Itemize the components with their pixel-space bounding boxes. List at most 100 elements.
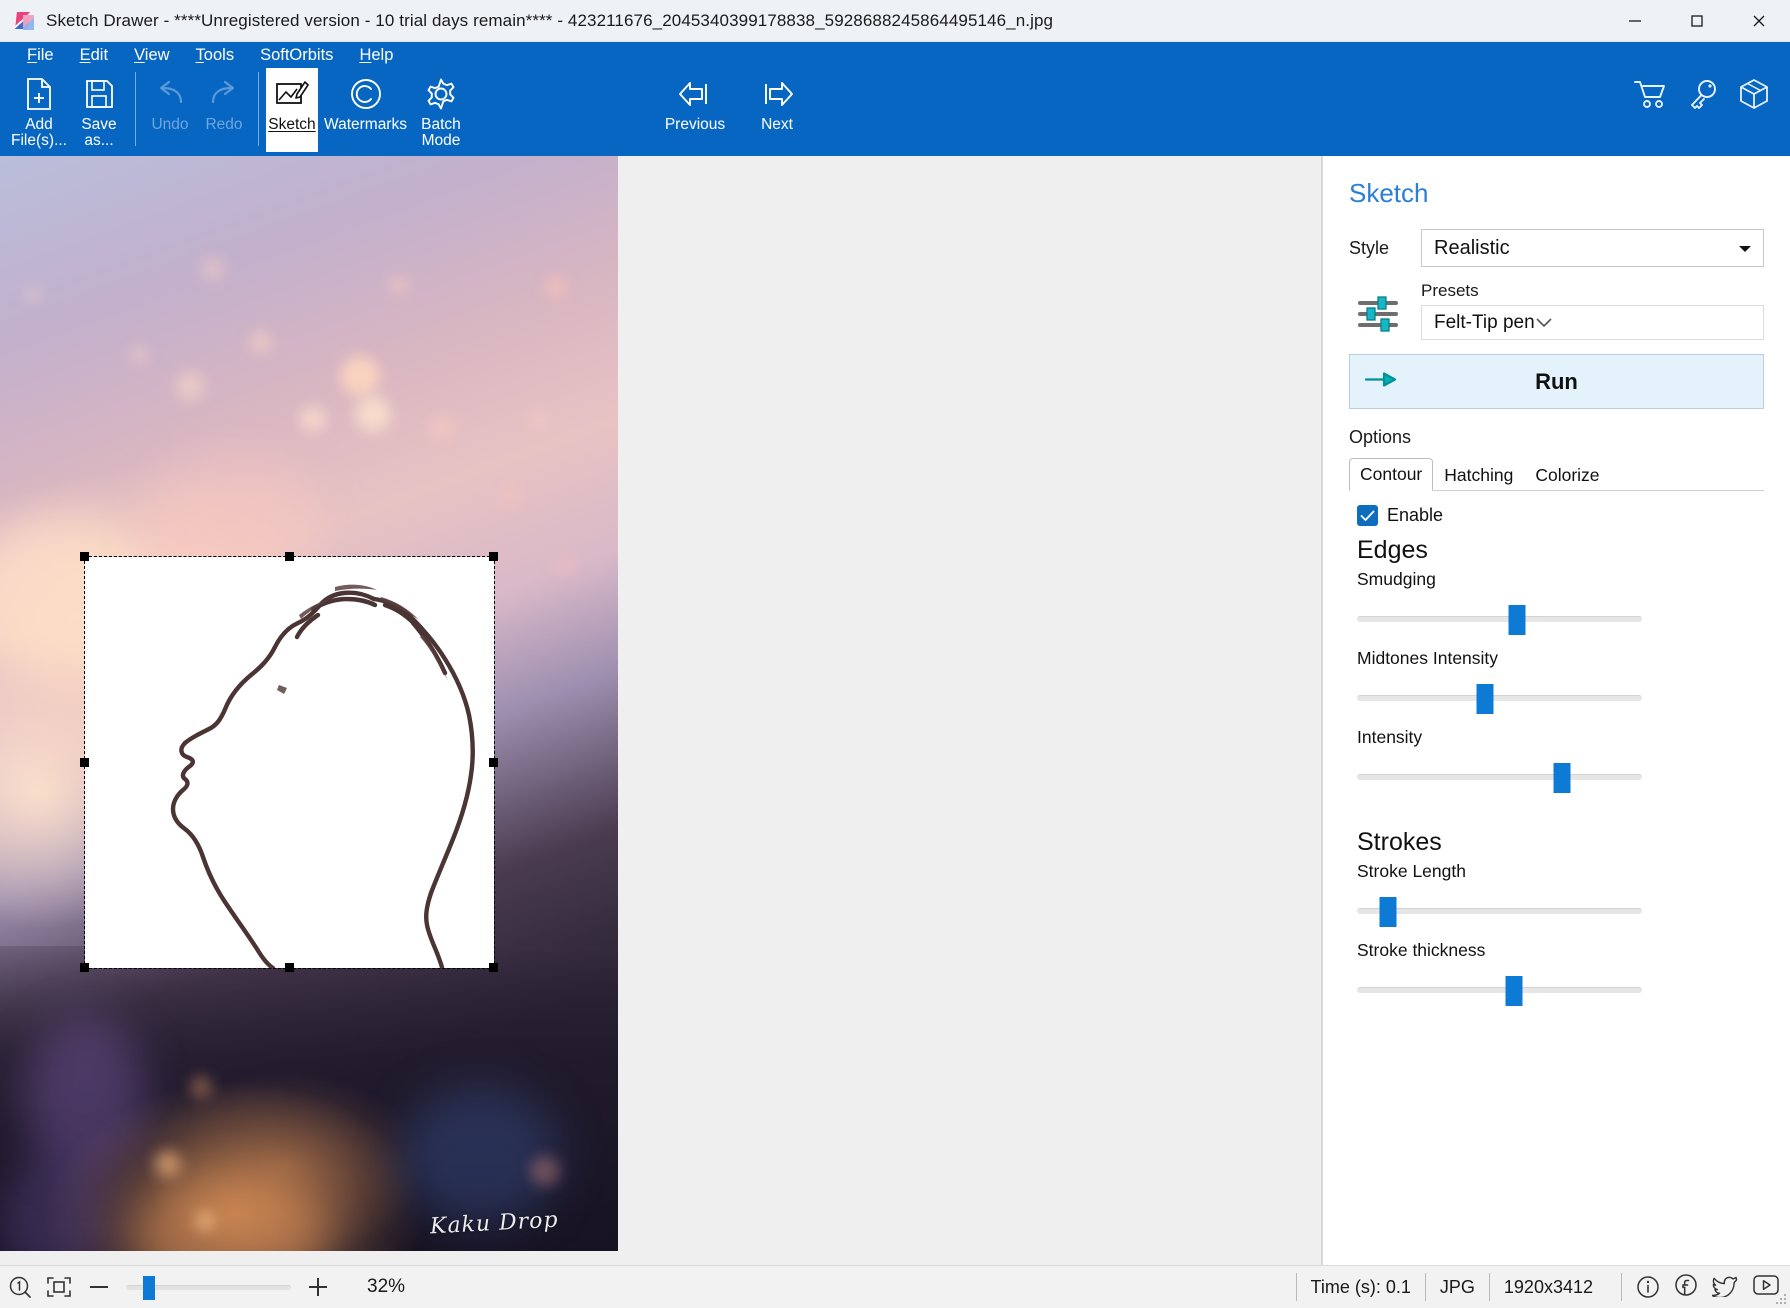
toolbar-separator-1 [135,72,136,146]
selection-handle-bottom-middle[interactable] [285,963,294,972]
redo-button[interactable]: Redo [197,68,251,152]
info-icon[interactable] [1621,1273,1660,1301]
style-dropdown[interactable]: Realistic [1421,229,1764,267]
image-workspace[interactable]: Kaku Drop [0,156,1322,1265]
bokeh-dot [430,416,454,440]
tab-contour[interactable]: Contour [1349,458,1434,491]
slider-thumb-stroke-thickness[interactable] [1505,976,1523,1006]
bokeh-dot [130,346,148,364]
selection-handle-bottom-left[interactable] [80,963,89,972]
zoom-slider-thumb[interactable] [143,1276,156,1300]
slider-stroke-thickness[interactable] [1357,975,1642,1006]
status-bar-left: 32% [8,1274,405,1300]
key-icon[interactable] [1688,79,1718,114]
slider-thumb-smudging[interactable] [1508,605,1526,635]
menu-edit[interactable]: Edit [67,44,121,67]
selection-handle-bottom-right[interactable] [489,963,498,972]
toolbar-right-icons [1634,78,1770,115]
previous-button[interactable]: Previous [654,68,736,152]
slider-label-midtones-intensity: Midtones Intensity [1357,648,1499,668]
sliders-settings-icon [1349,292,1407,340]
selection-handle-top-middle[interactable] [285,552,294,561]
save-as-label: Save as... [81,116,117,150]
presets-value: Felt-Tip pen [1434,311,1535,333]
main-area: Kaku Drop Sketch Style Realistic Presets… [0,156,1790,1265]
menu-softorbits[interactable]: SoftOrbits [247,44,346,67]
batch-mode-label: Batch Mode [421,116,461,150]
zoom-actual-size-icon[interactable] [8,1275,32,1299]
zoom-slider[interactable] [126,1274,291,1300]
maximize-button[interactable] [1666,0,1728,42]
bokeh-dot [200,256,226,282]
next-button[interactable]: Next [736,68,818,152]
enable-checkbox-row: Enable [1357,505,1764,526]
selection-handle-middle-left[interactable] [80,758,89,767]
zoom-in-icon[interactable] [305,1276,331,1298]
panel-title: Sketch [1349,178,1429,208]
style-row: Style Realistic [1349,229,1764,267]
menu-file[interactable]: File [14,44,67,67]
zoom-out-icon[interactable] [86,1276,112,1298]
resize-grip[interactable] [1773,1291,1787,1305]
tab-colorize[interactable]: Colorize [1524,459,1610,491]
twitter-icon[interactable] [1711,1273,1738,1302]
face-profile-sketch [170,584,475,968]
next-label: Next [761,116,793,133]
presets-dropdown[interactable]: Felt-Tip pen [1421,305,1764,340]
selection-handle-top-right[interactable] [489,552,498,561]
menu-tools[interactable]: Tools [183,44,248,67]
batch-mode-button[interactable]: Batch Mode [413,68,469,152]
slider-stroke-length[interactable] [1357,896,1642,927]
selection-handle-top-left[interactable] [80,552,89,561]
bokeh-dot [390,276,408,294]
close-button[interactable] [1728,0,1790,42]
slider-midtones-intensity[interactable] [1357,683,1642,714]
add-files-label: Add File(s)... [11,116,67,150]
slider-smudging[interactable] [1357,604,1642,635]
chevron-down-icon [1535,312,1553,334]
previous-arrow-icon [676,74,714,114]
undo-button[interactable]: Undo [143,68,197,152]
sketch-preview-selection[interactable] [80,552,498,972]
watermarks-button[interactable]: Watermarks [318,68,413,152]
image-canvas[interactable]: Kaku Drop [0,156,618,1251]
slider-label-smudging: Smudging [1357,569,1436,589]
presets-row: Presets Felt-Tip pen [1349,281,1764,340]
selection-handle-middle-right[interactable] [489,758,498,767]
section-heading-strokes: Strokes [1357,828,1442,856]
bokeh-dot [530,1156,560,1186]
save-as-button[interactable]: Save as... [70,68,128,152]
slider-thumb-midtones-intensity[interactable] [1476,684,1494,714]
add-files-button[interactable]: Add File(s)... [8,68,70,152]
section-heading-edges: Edges [1357,536,1428,564]
bokeh-dot [500,486,520,506]
slider-thumb-stroke-length[interactable] [1379,897,1397,927]
slider-thumb-intensity[interactable] [1553,763,1571,793]
run-button[interactable]: Run [1349,354,1764,409]
box-icon[interactable] [1738,78,1770,115]
next-arrow-icon [758,74,796,114]
slider-intensity[interactable] [1357,762,1642,793]
minimize-button[interactable] [1604,0,1666,42]
menu-help[interactable]: Help [346,44,406,67]
menu-view[interactable]: View [121,44,182,67]
facebook-icon[interactable] [1674,1273,1698,1302]
enable-checkbox[interactable] [1357,505,1378,526]
fit-to-screen-icon[interactable] [46,1276,72,1298]
tab-hatching[interactable]: Hatching [1433,459,1524,491]
cart-icon[interactable] [1634,79,1668,114]
watermarks-label: Watermarks [324,116,407,133]
window-controls [1604,0,1790,42]
image-dimensions: 1920x3412 [1488,1273,1607,1301]
contour-options-body: Enable Edges Smudging Midtones Intensity… [1349,491,1764,1006]
status-social-icons [1607,1273,1780,1302]
style-value: Realistic [1434,236,1510,259]
title-bar: Sketch Drawer - ****Unregistered version… [0,0,1790,42]
bokeh-dot [175,371,205,401]
status-bar-right: Time (s): 0.1 JPG 1920x3412 [1295,1272,1780,1302]
slider-label-stroke-thickness: Stroke thickness [1357,940,1486,960]
enable-label: Enable [1387,505,1444,525]
slider-track [1357,616,1642,622]
title-bar-left: Sketch Drawer - ****Unregistered version… [0,10,1053,32]
sketch-tool-button[interactable]: Sketch [266,68,318,152]
